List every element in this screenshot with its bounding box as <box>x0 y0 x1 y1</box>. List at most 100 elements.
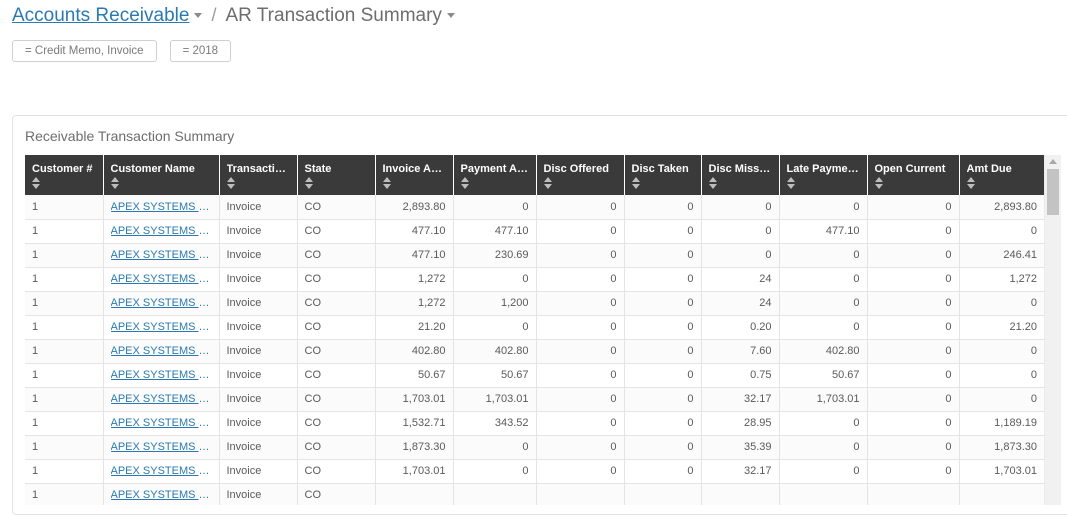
filter-chip-transaction-type[interactable]: = Credit Memo, Invoice <box>12 40 157 62</box>
table-cell: 0 <box>536 339 625 364</box>
column-header-6[interactable]: Disc Offered <box>536 155 625 195</box>
table-row[interactable]: 1 APEX SYSTEMS COMPA… InvoiceCO477.10230.6… <box>25 243 1044 268</box>
table-row[interactable]: 1APEX SYSTEMS COMPA…InvoiceCO2,893.80000… <box>25 195 1044 220</box>
table-cell: Invoice <box>219 339 298 364</box>
table-cell: 21.20 <box>375 315 454 340</box>
column-header-9[interactable]: Late Payment A… <box>779 155 868 195</box>
table-cell: 1 <box>25 411 104 436</box>
customer-name-link[interactable]: APEX SYSTEMS COMPA… <box>111 225 212 237</box>
sort-toggle-icon[interactable] <box>631 176 641 190</box>
table-cell <box>959 483 1044 505</box>
customer-name-link[interactable]: APEX SYSTEMS COMPA… <box>111 249 212 261</box>
table-cell: CO <box>297 363 376 388</box>
column-header-7[interactable]: Disc Taken <box>624 155 702 195</box>
customer-name-link[interactable]: APEX SYSTEMS COMPA… <box>111 417 212 429</box>
table-cell: Invoice <box>219 315 298 340</box>
scrollbar-thumb[interactable] <box>1047 169 1059 215</box>
table-row[interactable]: 1APEX SYSTEMS COMPA…InvoiceCO1,2721,2000… <box>25 291 1044 316</box>
table-cell: 0 <box>624 195 702 220</box>
table-row[interactable]: 1APEX SYSTEMS COMPA…InvoiceCO477.10477.1… <box>25 219 1044 244</box>
table-cell: 1,703.01 <box>959 459 1044 484</box>
column-header-label: Late Payment A… <box>786 163 860 175</box>
table-cell: 0 <box>453 195 537 220</box>
table-row[interactable]: 1APEX SYSTEMS COMPA…InvoiceCO50.6750.670… <box>25 363 1044 388</box>
table-row[interactable]: 1 APEX SYSTEMS COMPA… InvoiceCO1,532.71343… <box>25 411 1044 436</box>
sort-toggle-icon[interactable] <box>966 176 976 190</box>
table-cell: CO <box>297 387 376 412</box>
table-cell: 1,272 <box>375 291 454 316</box>
customer-name-link[interactable]: APEX SYSTEMS COMPA… <box>111 465 212 477</box>
column-header-3[interactable]: State <box>297 155 376 195</box>
table-row[interactable]: 1APEX SYSTEMS COMPA…InvoiceCO1,873.30000… <box>25 435 1044 460</box>
table-cell: Invoice <box>219 363 298 388</box>
sort-toggle-icon[interactable] <box>32 176 41 190</box>
table-cell <box>624 483 702 505</box>
column-header-2[interactable]: Transaction T… <box>219 155 298 195</box>
grid-scroll-area[interactable]: Customer # Customer Name Transaction T… Sta… <box>25 155 1044 505</box>
table-cell: 0 <box>536 315 625 340</box>
column-header-label: Customer Name <box>110 163 195 175</box>
table-cell: 477.10 <box>375 243 454 268</box>
breadcrumb-root-chevron-down-icon[interactable] <box>194 13 203 18</box>
breadcrumb-root-link[interactable]: Accounts Receivable <box>12 5 189 27</box>
sort-toggle-icon[interactable] <box>786 176 796 190</box>
sort-toggle-icon[interactable] <box>708 176 718 190</box>
customer-name-cell: APEX SYSTEMS COMPA… <box>103 387 220 412</box>
table-row[interactable]: 1APEX SYSTEMS COMPA…InvoiceCO1,703.01000… <box>25 459 1044 484</box>
customer-name-link[interactable]: APEX SYSTEMS COMPA… <box>111 345 212 357</box>
table-cell: 0 <box>701 195 780 220</box>
sort-toggle-icon[interactable] <box>460 176 470 190</box>
column-header-4[interactable]: Invoice Amo… <box>375 155 454 195</box>
customer-name-cell: APEX SYSTEMS COMPA… <box>103 291 220 316</box>
sort-toggle-icon[interactable] <box>874 176 884 190</box>
customer-name-link[interactable]: APEX SYSTEMS COMPA… <box>111 297 212 309</box>
table-cell <box>701 483 780 505</box>
sort-toggle-icon[interactable] <box>226 176 236 190</box>
table-row[interactable]: 1APEX SYSTEMS COMPA…InvoiceCO402.80402.8… <box>25 339 1044 364</box>
table-cell: 0 <box>536 459 625 484</box>
sort-toggle-icon[interactable] <box>304 176 314 190</box>
table-cell: Invoice <box>219 195 298 220</box>
table-cell: 1 <box>25 291 104 316</box>
table-cell: 1 <box>25 459 104 484</box>
filter-chip-year[interactable]: = 2018 <box>169 40 232 62</box>
table-row[interactable]: 1APEX SYSTEMS COMPA…InvoiceCO21.200000.2… <box>25 315 1044 340</box>
column-header-11[interactable]: Amt Due <box>959 155 1044 195</box>
table-row[interactable]: 1APEX SYSTEMS COMPA…InvoiceCO1,272000240… <box>25 267 1044 292</box>
customer-name-link[interactable]: APEX SYSTEMS COMPA… <box>111 441 212 453</box>
sort-toggle-icon[interactable] <box>110 176 120 190</box>
scroll-up-arrow-icon[interactable] <box>1049 159 1057 164</box>
table-cell: 0 <box>453 315 537 340</box>
sort-toggle-icon[interactable] <box>543 176 553 190</box>
customer-name-link[interactable]: APEX SYSTEMS COMPA… <box>111 393 212 405</box>
column-header-0[interactable]: Customer # <box>25 155 104 195</box>
customer-name-link[interactable]: APEX SYSTEMS COMPA… <box>111 369 212 381</box>
table-cell: 1,873.30 <box>959 435 1044 460</box>
customer-name-link[interactable]: APEX SYSTEMS COMPA… <box>111 489 212 501</box>
table-cell: CO <box>297 243 376 268</box>
column-header-8[interactable]: Disc Missed <box>701 155 780 195</box>
customer-name-cell: APEX SYSTEMS COMPA… <box>103 195 220 220</box>
table-cell: CO <box>297 459 376 484</box>
column-header-label: Transaction T… <box>226 163 290 175</box>
breadcrumb-separator: / <box>211 5 217 25</box>
vertical-scrollbar[interactable] <box>1044 155 1061 505</box>
table-cell: 0 <box>536 411 625 436</box>
customer-name-link[interactable]: APEX SYSTEMS COMPA… <box>111 201 212 213</box>
breadcrumb-current-chevron-down-icon[interactable] <box>446 13 455 18</box>
column-header-10[interactable]: Open Current <box>867 155 960 195</box>
table-cell: Invoice <box>219 219 298 244</box>
filter-chip-bar: = Credit Memo, Invoice = 2018 <box>0 31 1067 65</box>
column-header-1[interactable]: Customer Name <box>103 155 220 195</box>
table-cell: CO <box>297 219 376 244</box>
customer-name-link[interactable]: APEX SYSTEMS COMPA… <box>111 321 212 333</box>
sort-toggle-icon[interactable] <box>382 176 392 190</box>
table-row[interactable]: 1APEX SYSTEMS COMPA…InvoiceCO1,703.011,7… <box>25 387 1044 412</box>
column-header-5[interactable]: Payment Amo… <box>453 155 537 195</box>
table-row[interactable]: 1 APEX SYSTEMS COMPA… InvoiceCO <box>25 483 1044 505</box>
table-cell: 0 <box>867 219 960 244</box>
customer-name-cell: APEX SYSTEMS COMPA… <box>103 339 220 364</box>
table-cell: 1,272 <box>375 267 454 292</box>
customer-name-link[interactable]: APEX SYSTEMS COMPA… <box>111 273 212 285</box>
customer-name-cell: APEX SYSTEMS COMPA… <box>103 459 220 484</box>
